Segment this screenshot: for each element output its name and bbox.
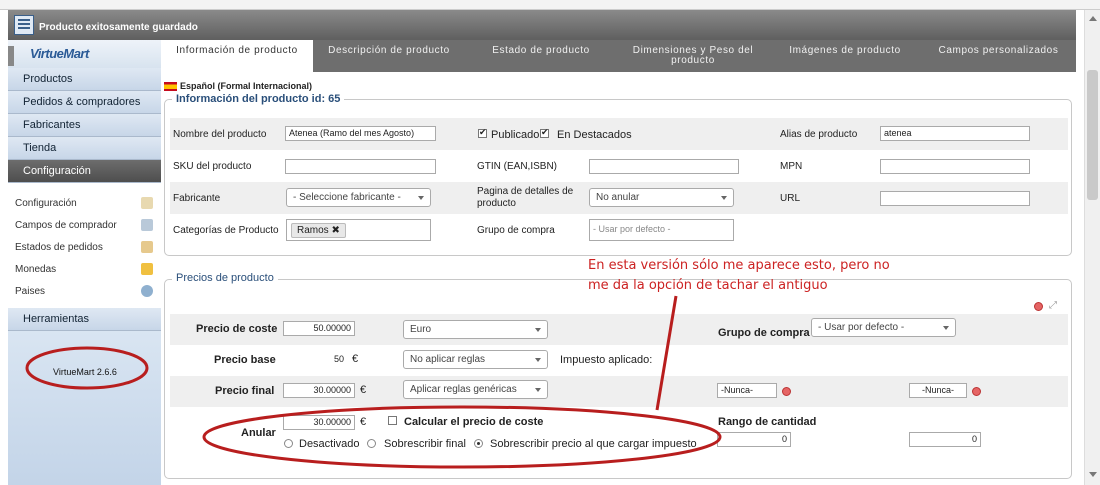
annotation-ellipse-anular: [202, 405, 722, 469]
annotation-overlay: [25, 295, 722, 469]
annotation-arrow: [655, 295, 678, 411]
annotation-ellipse-version: [25, 346, 149, 390]
